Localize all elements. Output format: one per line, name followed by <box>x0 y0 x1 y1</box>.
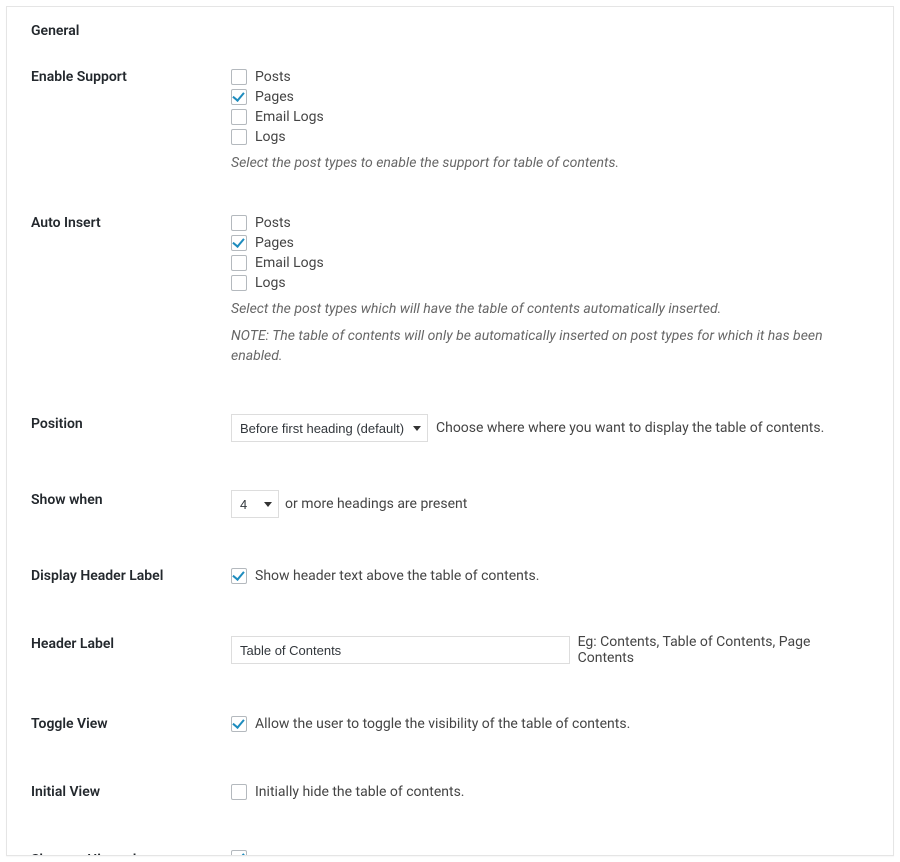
checkbox-label: Logs <box>255 127 286 147</box>
select-position[interactable]: Before first heading (default) <box>231 414 428 442</box>
note-text: The table of contents will only be autom… <box>231 328 823 364</box>
row-display-header-label: Display Header Label Show header text ab… <box>31 566 869 586</box>
checkbox-label: Pages <box>255 233 294 253</box>
row-position: Position Before first heading (default) … <box>31 414 869 442</box>
checkbox-display-header-label[interactable] <box>231 568 247 584</box>
help-text-enable-support: Select the post types to enable the supp… <box>231 153 869 173</box>
checkbox-label: Allow the user to toggle the visibility … <box>255 714 630 734</box>
checkbox-enable-support-email-logs[interactable] <box>231 109 247 125</box>
row-initial-view: Initial View Initially hide the table of… <box>31 782 869 802</box>
row-show-when: Show when 4 or more headings are present <box>31 490 869 518</box>
label-show-hierarchy: Show as Hierarchy <box>31 850 231 856</box>
input-header-label[interactable] <box>231 636 570 664</box>
row-show-hierarchy: Show as Hierarchy <box>31 850 869 856</box>
row-toggle-view: Toggle View Allow the user to toggle the… <box>31 714 869 734</box>
label-toggle-view: Toggle View <box>31 714 231 732</box>
suffix-show-when: or more headings are present <box>285 496 467 512</box>
row-auto-insert: Auto Insert Posts Pages Email Logs Logs <box>31 213 869 366</box>
row-enable-support: Enable Support Posts Pages Email Logs Lo… <box>31 67 869 173</box>
checkbox-show-hierarchy[interactable] <box>231 850 247 856</box>
checkbox-enable-support-pages[interactable] <box>231 89 247 105</box>
note-label: NOTE: <box>231 328 269 344</box>
checkbox-label: Initially hide the table of contents. <box>255 782 465 802</box>
help-text-auto-insert-1: Select the post types which will have th… <box>231 299 869 319</box>
checkbox-enable-support-posts[interactable] <box>231 69 247 85</box>
checkbox-auto-insert-posts[interactable] <box>231 215 247 231</box>
help-text-position: Choose where where you want to display t… <box>436 420 824 436</box>
label-enable-support: Enable Support <box>31 67 231 85</box>
checkbox-toggle-view[interactable] <box>231 716 247 732</box>
checkbox-label: Logs <box>255 273 286 293</box>
checkbox-label: Posts <box>255 213 291 233</box>
checkbox-auto-insert-logs[interactable] <box>231 275 247 291</box>
help-text-auto-insert-2: NOTE: The table of contents will only be… <box>231 326 869 367</box>
general-settings-panel: General Enable Support Posts Pages Email… <box>6 6 894 856</box>
checkbox-enable-support-logs[interactable] <box>231 129 247 145</box>
hint-header-label: Eg: Contents, Table of Contents, Page Co… <box>578 634 869 666</box>
row-header-label: Header Label Eg: Contents, Table of Cont… <box>31 634 869 666</box>
checkbox-label: Pages <box>255 87 294 107</box>
label-position: Position <box>31 414 231 432</box>
checkbox-label: Posts <box>255 67 291 87</box>
select-show-when[interactable]: 4 <box>231 490 279 518</box>
label-auto-insert: Auto Insert <box>31 213 231 231</box>
checkbox-label: Email Logs <box>255 253 324 273</box>
checkbox-auto-insert-email-logs[interactable] <box>231 255 247 271</box>
section-title: General <box>31 23 869 39</box>
label-display-header-label: Display Header Label <box>31 566 231 584</box>
checkbox-label: Show header text above the table of cont… <box>255 566 539 586</box>
checkbox-label: Email Logs <box>255 107 324 127</box>
label-initial-view: Initial View <box>31 782 231 800</box>
label-header-label: Header Label <box>31 634 231 652</box>
checkbox-auto-insert-pages[interactable] <box>231 235 247 251</box>
checkbox-initial-view[interactable] <box>231 784 247 800</box>
label-show-when: Show when <box>31 490 231 508</box>
